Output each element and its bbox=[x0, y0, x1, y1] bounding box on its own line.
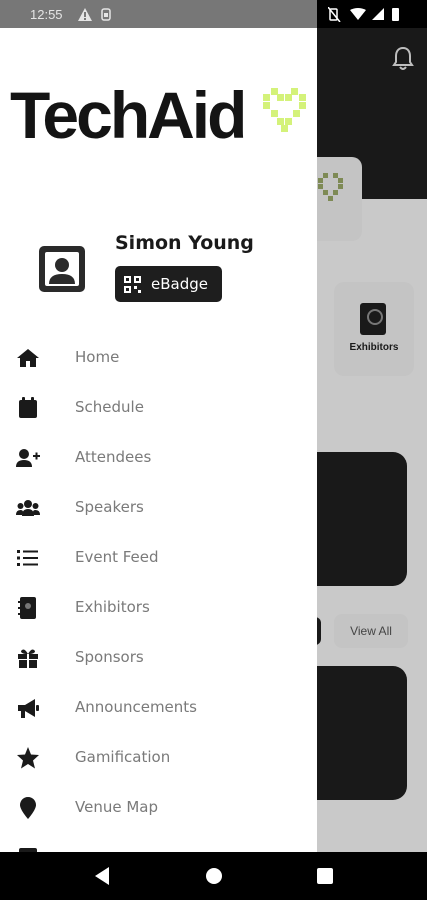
contact-book-icon bbox=[18, 597, 36, 619]
avatar[interactable] bbox=[39, 246, 85, 292]
qr-code-icon bbox=[124, 276, 141, 293]
users-icon bbox=[16, 500, 40, 516]
menu-item-attendees[interactable]: Attendees bbox=[0, 433, 317, 483]
heart-icon bbox=[318, 173, 343, 201]
user-icon bbox=[45, 252, 79, 286]
megaphone-icon bbox=[18, 699, 39, 718]
menu-item-label: Event Feed bbox=[75, 548, 159, 566]
menu-item-event-feed[interactable]: Event Feed bbox=[0, 533, 317, 583]
home-button[interactable] bbox=[206, 868, 222, 884]
menu-item-label: Exhibitors bbox=[75, 598, 150, 616]
logo-text: TechAid bbox=[10, 78, 247, 152]
menu-item-exhibitors[interactable]: Exhibitors bbox=[0, 583, 317, 633]
menu-item-more[interactable] bbox=[0, 833, 317, 852]
navigation-drawer: TechAid Simon Young eBadge Home Schedule… bbox=[0, 28, 317, 852]
menu-item-sponsors[interactable]: Sponsors bbox=[0, 633, 317, 683]
add-user-icon bbox=[16, 449, 40, 467]
wifi-icon bbox=[350, 8, 366, 20]
gift-icon bbox=[18, 649, 38, 668]
menu-item-label: Gamification bbox=[75, 748, 171, 766]
menu-item-label: Speakers bbox=[75, 498, 144, 516]
contact-book-icon bbox=[360, 303, 386, 335]
menu-item-label: Home bbox=[75, 348, 120, 366]
ebadge-label: eBadge bbox=[151, 275, 208, 293]
status-time: 12:55 bbox=[30, 7, 63, 22]
home-icon bbox=[17, 349, 39, 367]
menu-item-speakers[interactable]: Speakers bbox=[0, 483, 317, 533]
calendar-icon bbox=[19, 397, 37, 418]
sim-icon bbox=[101, 8, 111, 21]
system-navigation-bar bbox=[0, 852, 427, 900]
profile-name: Simon Young bbox=[115, 232, 254, 254]
back-icon[interactable] bbox=[93, 866, 111, 886]
map-pin-icon bbox=[20, 797, 36, 819]
app-logo: TechAid bbox=[10, 80, 310, 156]
list-icon bbox=[17, 550, 38, 566]
background-view-all-button: View All bbox=[334, 614, 408, 648]
menu-item-announcements[interactable]: Announcements bbox=[0, 683, 317, 733]
warning-icon bbox=[78, 8, 92, 21]
menu-item-label: Sponsors bbox=[75, 648, 144, 666]
status-bar: 12:55 bbox=[0, 0, 427, 28]
menu-item-label: Announcements bbox=[75, 698, 197, 716]
menu-item-label: Attendees bbox=[75, 448, 152, 466]
vibrate-off-icon bbox=[328, 7, 341, 22]
star-icon bbox=[17, 747, 39, 769]
menu-item-label: Venue Map bbox=[75, 798, 158, 816]
menu-item-venue-map[interactable]: Venue Map bbox=[0, 783, 317, 833]
menu-item-label: Schedule bbox=[75, 398, 144, 416]
menu-item-schedule[interactable]: Schedule bbox=[0, 383, 317, 433]
recent-apps-button[interactable] bbox=[317, 868, 333, 884]
menu-item-gamification[interactable]: Gamification bbox=[0, 733, 317, 783]
signal-icon bbox=[372, 8, 384, 20]
background-exhibitors-label: Exhibitors bbox=[349, 342, 399, 353]
system-status-icons bbox=[328, 7, 399, 22]
pixel-heart-icon bbox=[263, 88, 306, 132]
battery-icon bbox=[392, 8, 399, 21]
menu-item-home[interactable]: Home bbox=[0, 333, 317, 383]
bell-icon bbox=[392, 46, 414, 70]
ebadge-button[interactable]: eBadge bbox=[115, 266, 222, 302]
